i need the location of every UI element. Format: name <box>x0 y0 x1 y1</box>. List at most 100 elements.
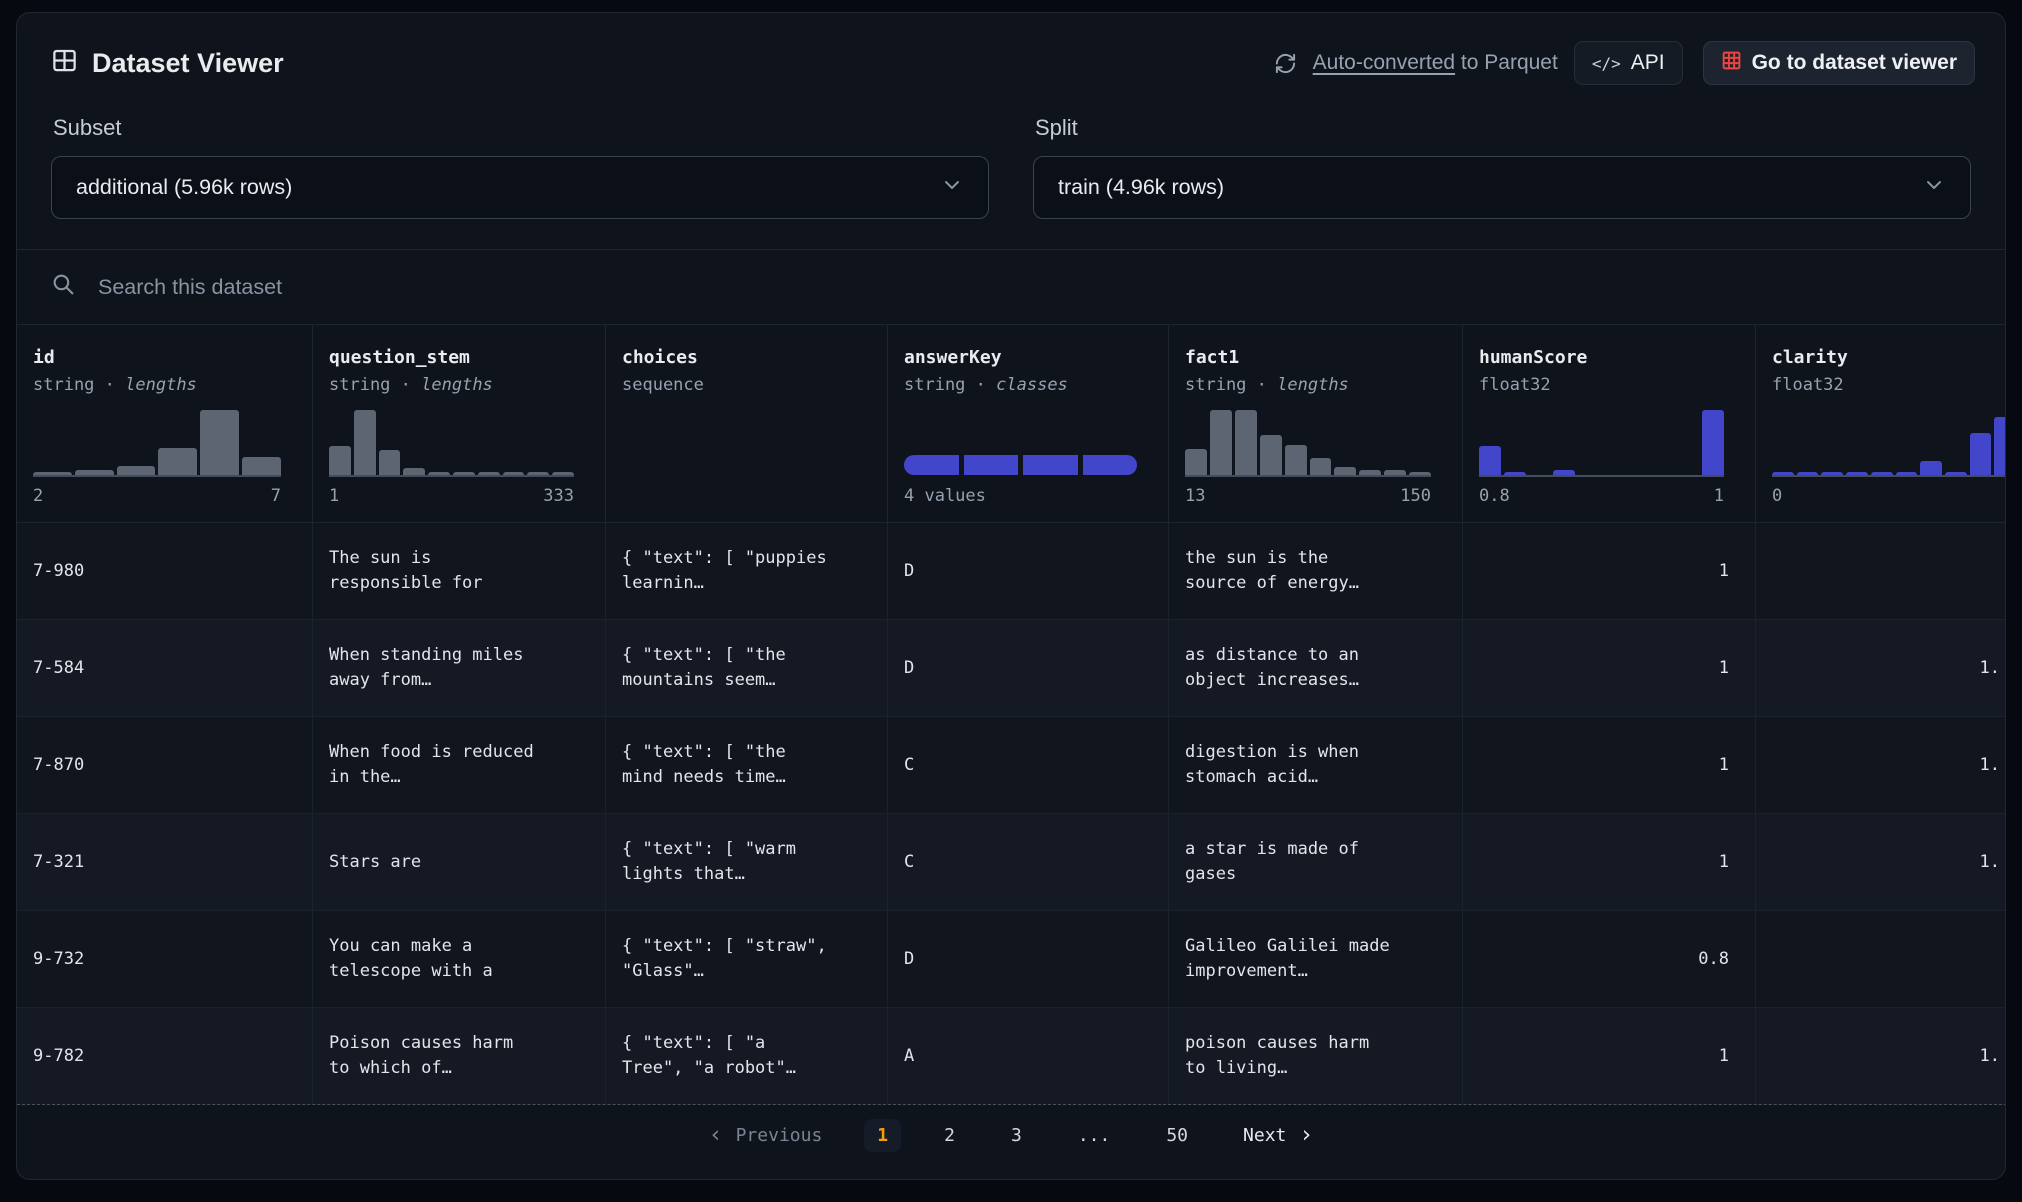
page-title: Dataset Viewer <box>92 48 284 79</box>
cell-question_stem: The sun is responsible for <box>313 523 606 619</box>
cell-clarity: 1. <box>1756 814 2006 910</box>
pagination: ‹ Previous 123... 50 Next › <box>17 1105 2005 1165</box>
cell-fact1: digestion is when stomach acid… <box>1169 717 1463 813</box>
selectors-row: Subset additional (5.96k rows) Split tra… <box>17 93 2005 219</box>
table-body: 7-980The sun is responsible for{ "text":… <box>17 523 2006 1105</box>
column-type: sequence <box>622 375 887 395</box>
column-histogram <box>622 411 856 477</box>
column-name: humanScore <box>1479 347 1755 368</box>
cell-clarity <box>1756 523 2006 619</box>
column-header-humanScore: humanScore float32 0.81 <box>1463 325 1756 522</box>
table-row[interactable]: 7-321Stars are{ "text": [ "warm lights t… <box>17 814 2006 911</box>
split-dropdown-value: train (4.96k rows) <box>1058 175 1224 200</box>
column-histogram <box>904 411 1137 477</box>
pagination-ellipsis: ... <box>1065 1119 1124 1152</box>
column-type: float32 <box>1479 375 1755 395</box>
column-histogram <box>33 411 281 477</box>
cell-id: 7-870 <box>17 717 313 813</box>
page-numbers: 123... 50 <box>864 1119 1201 1152</box>
top-right-controls: Auto-converted to Parquet </> API G <box>1274 41 1975 85</box>
cell-clarity: 1. <box>1756 717 2006 813</box>
previous-label: Previous <box>736 1125 823 1146</box>
column-header-choices: choices sequence <box>606 325 888 522</box>
pagination-page-50[interactable]: 50 <box>1153 1119 1201 1152</box>
cell-id: 9-782 <box>17 1008 313 1104</box>
pagination-page-3[interactable]: 3 <box>998 1119 1035 1152</box>
cell-fact1: as distance to an object increases… <box>1169 620 1463 716</box>
cell-answerKey: A <box>888 1008 1169 1104</box>
column-type: string · lengths <box>1185 375 1462 395</box>
top-header: Dataset Viewer Auto-converted to Parquet… <box>17 13 2005 85</box>
table-grid-icon <box>51 47 78 79</box>
chevron-down-icon <box>1922 173 1946 203</box>
previous-page-button[interactable]: ‹ Previous <box>709 1124 823 1147</box>
cell-humanScore: 1 <box>1463 1008 1756 1104</box>
cell-id: 9-732 <box>17 911 313 1007</box>
column-name: clarity <box>1772 347 2006 368</box>
table-row[interactable]: 9-732You can make a telescope with a{ "t… <box>17 911 2006 1008</box>
cell-fact1: the sun is the source of energy… <box>1169 523 1463 619</box>
cell-humanScore: 1 <box>1463 717 1756 813</box>
column-header-id: idstring · lengths27 <box>17 325 313 522</box>
cell-question_stem: Stars are <box>313 814 606 910</box>
pagination-page-1[interactable]: 1 <box>864 1119 901 1152</box>
cell-answerKey: C <box>888 717 1169 813</box>
code-icon: </> <box>1592 54 1621 73</box>
table-row[interactable]: 7-980The sun is responsible for{ "text":… <box>17 523 2006 620</box>
column-name: answerKey <box>904 347 1168 368</box>
data-table: idstring · lengths27question_stemstring … <box>17 325 2006 1105</box>
cell-humanScore: 0.8 <box>1463 911 1756 1007</box>
cell-humanScore: 1 <box>1463 814 1756 910</box>
column-histogram <box>1185 411 1431 477</box>
column-type: float32 <box>1772 375 2006 395</box>
histogram-axis-labels: 0 <box>1772 486 2006 508</box>
column-name: id <box>33 347 312 368</box>
cell-choices: { "text": [ "puppies learnin… <box>606 523 888 619</box>
dataset-viewer-card: Dataset Viewer Auto-converted to Parquet… <box>16 12 2006 1180</box>
cell-id: 7-980 <box>17 523 313 619</box>
table-row[interactable]: 7-584When standing miles away from…{ "te… <box>17 620 2006 717</box>
pagination-page-2[interactable]: 2 <box>931 1119 968 1152</box>
subset-label: Subset <box>53 115 989 141</box>
histogram-axis-labels <box>622 486 856 508</box>
cell-id: 7-321 <box>17 814 313 910</box>
cell-question_stem: Poison causes harm to which of… <box>313 1008 606 1104</box>
cell-humanScore: 1 <box>1463 620 1756 716</box>
viewer-button-label: Go to dataset viewer <box>1752 51 1957 75</box>
column-name: choices <box>622 347 887 368</box>
column-header-answerKey: answerKey string · classes 4 values <box>888 325 1169 522</box>
auto-converted-link[interactable]: Auto-converted <box>1313 51 1455 74</box>
cell-clarity: 1. <box>1756 620 2006 716</box>
subset-dropdown[interactable]: additional (5.96k rows) <box>51 156 989 219</box>
go-to-dataset-viewer-button[interactable]: Go to dataset viewer <box>1703 41 1975 85</box>
api-button[interactable]: </> API <box>1574 41 1683 85</box>
histogram-axis-labels: 4 values <box>904 486 1137 508</box>
cell-clarity <box>1756 911 2006 1007</box>
table-row[interactable]: 7-870When food is reduced in the…{ "text… <box>17 717 2006 814</box>
table-row[interactable]: 9-782Poison causes harm to which of…{ "t… <box>17 1008 2006 1105</box>
split-label: Split <box>1035 115 1971 141</box>
column-name: fact1 <box>1185 347 1462 368</box>
column-header-question_stem: question_stemstring · lengths1333 <box>313 325 606 522</box>
column-name: question_stem <box>329 347 605 368</box>
api-button-label: API <box>1631 51 1665 75</box>
search-input[interactable] <box>98 275 1971 300</box>
auto-converted-text: Auto-converted to Parquet <box>1313 51 1558 75</box>
histogram-axis-labels: 0.81 <box>1479 486 1724 508</box>
cell-choices: { "text": [ "warm lights that… <box>606 814 888 910</box>
next-page-button[interactable]: Next › <box>1243 1124 1313 1147</box>
column-histogram <box>329 411 574 477</box>
column-type: string · lengths <box>33 375 312 395</box>
cell-fact1: a star is made of gases <box>1169 814 1463 910</box>
cell-choices: { "text": [ "a Tree", "a robot"… <box>606 1008 888 1104</box>
cell-id: 7-584 <box>17 620 313 716</box>
cell-answerKey: D <box>888 620 1169 716</box>
split-dropdown[interactable]: train (4.96k rows) <box>1033 156 1971 219</box>
column-type: string · classes <box>904 375 1168 395</box>
subset-dropdown-value: additional (5.96k rows) <box>76 175 292 200</box>
refresh-icon <box>1274 52 1297 75</box>
chevron-right-icon: › <box>1299 1124 1313 1147</box>
cell-answerKey: D <box>888 911 1169 1007</box>
search-icon <box>51 272 76 302</box>
cell-fact1: Galileo Galilei made improvement… <box>1169 911 1463 1007</box>
